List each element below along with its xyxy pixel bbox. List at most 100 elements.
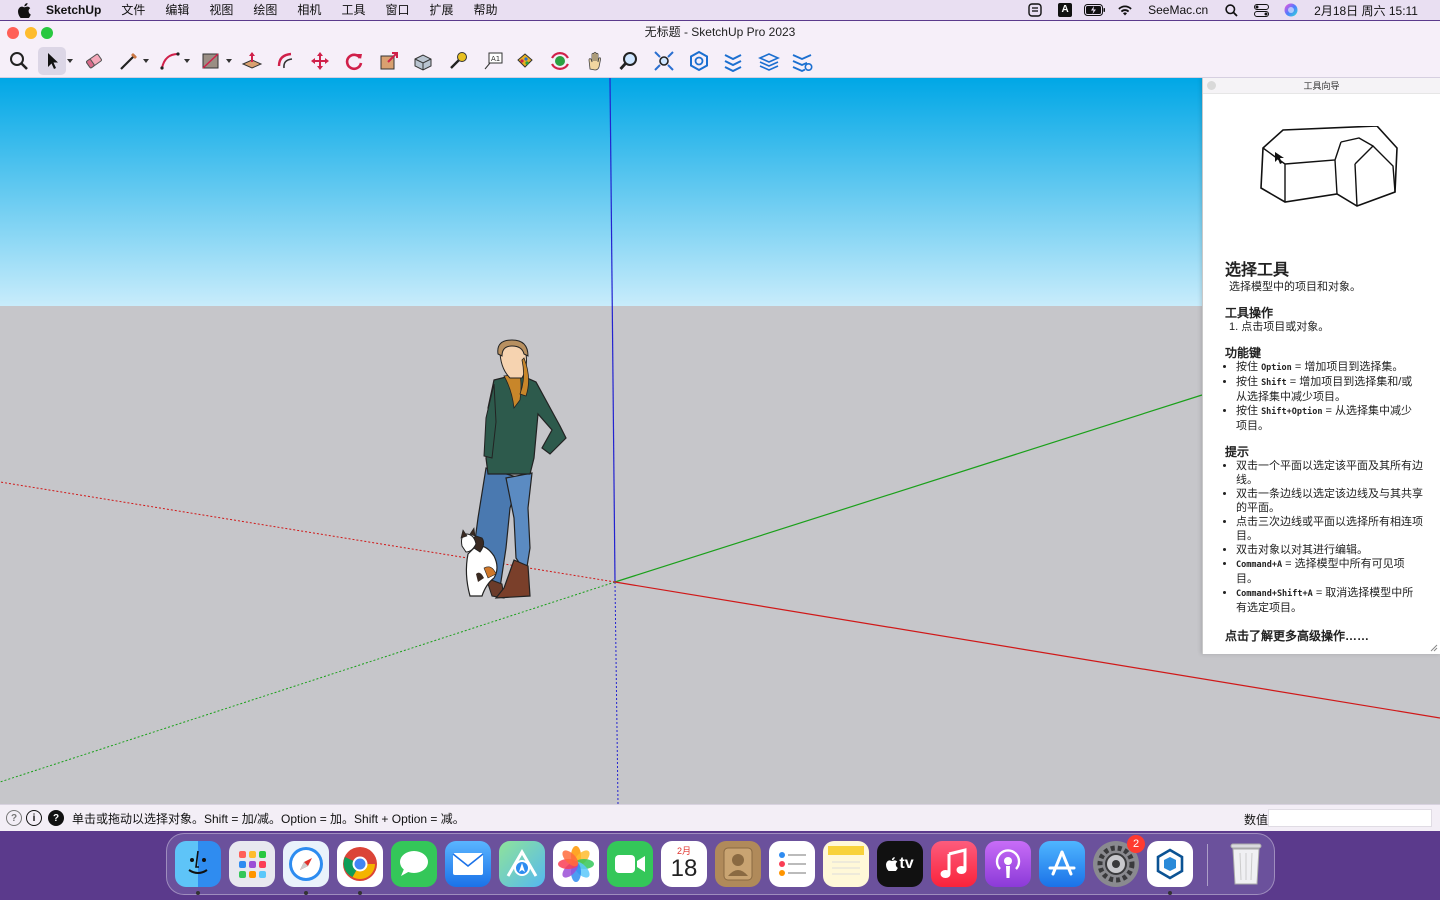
system-settings-icon[interactable]: 2 [1093,835,1145,887]
menu-camera[interactable]: 相机 [287,0,331,20]
podcasts-icon[interactable] [985,841,1031,887]
reminders-icon[interactable] [769,841,815,887]
spotlight-icon[interactable] [1220,0,1242,20]
running-indicator [304,891,308,895]
trash-icon[interactable] [1223,841,1269,887]
mail-icon[interactable] [445,841,491,887]
zoom-extents-tool-icon[interactable] [650,47,678,75]
zoom-window-button[interactable] [41,27,53,39]
sketchup-layers-icon[interactable] [788,47,816,75]
layout-icon[interactable] [755,47,783,75]
instructor-ops-heading: 工具操作 [1225,306,1274,320]
line-tool-icon[interactable] [115,47,143,75]
resize-grip-icon[interactable] [1430,644,1438,652]
sketchup-icon[interactable] [1147,841,1193,887]
select-tool-dropdown-icon[interactable] [67,59,73,63]
instructor-keys-heading: 功能键 [1225,346,1262,360]
select-tool-icon[interactable] [38,47,66,75]
rotate-tool-icon[interactable] [340,47,368,75]
follow-me-tool-icon[interactable] [409,47,437,75]
instructor-tip-item: Command+A = 选择模型中所有可见项目。 [1236,557,1423,586]
orbit-tool-icon[interactable] [546,47,574,75]
menu-help[interactable]: 帮助 [463,0,507,20]
pan-tool-icon[interactable] [581,47,609,75]
apple-menu-icon[interactable] [16,2,32,18]
instructor-op-item: 1. 点击项目或对象。 [1229,321,1330,333]
paint-bucket-tool-icon[interactable] [511,47,539,75]
menu-draw[interactable]: 绘图 [243,0,287,20]
move-tool-icon[interactable] [306,47,334,75]
line-tool-dropdown-icon[interactable] [143,59,149,63]
text-tool-icon[interactable]: A1 [479,47,507,75]
menubar-site-text[interactable]: SeeMac.cn [1148,3,1208,17]
instructor-more-link[interactable]: 点击了解更多高级操作…… [1225,629,1423,643]
zoom-tool-icon[interactable] [615,47,643,75]
eraser-tool-icon[interactable] [80,47,108,75]
input-source-badge: A [1058,3,1073,17]
instructor-key-item: 按住 Shift = 增加项目到选择集和/或从选择集中减少项目。 [1236,375,1423,404]
menu-window[interactable]: 窗口 [375,0,419,20]
credits-info-icon[interactable]: i [26,810,42,826]
facetime-icon[interactable] [607,841,653,887]
battery-icon[interactable] [1084,0,1106,20]
menubar-clock[interactable]: 2月18日 周六 15:11 [1314,2,1418,19]
menu-extensions[interactable]: 扩展 [419,0,463,20]
app-store-icon[interactable] [1039,841,1085,887]
instructor-key-item: 按住 Option = 增加项目到选择集。 [1236,360,1423,375]
control-center-icon[interactable] [1250,0,1272,20]
finder-icon[interactable] [175,841,221,887]
measurements-input[interactable] [1268,809,1432,827]
messages-icon[interactable] [391,841,437,887]
offset-tool-icon[interactable] [272,47,300,75]
safari-icon[interactable] [283,841,329,887]
extension-warehouse-icon[interactable] [719,47,747,75]
main-toolbar: A1 [0,43,1440,78]
scroll-icon[interactable] [1024,0,1046,20]
menu-file[interactable]: 文件 [111,0,155,20]
menu-app-name[interactable]: SketchUp [46,0,111,20]
calendar-icon[interactable]: 2月 18 [661,841,707,887]
instructor-tip-item: 点击三次边线或平面以选择所有相连项目。 [1236,515,1423,543]
modeling-viewport[interactable]: 工具向导 选择工具 选择模型中的项目和对象。 工具操作 1. 点击项目或对象。 … [0,78,1440,804]
instructor-toggle-icon[interactable]: ? [48,810,64,826]
siri-icon[interactable] [1280,0,1302,20]
wifi-icon[interactable] [1114,0,1136,20]
geo-location-icon[interactable]: ? [6,810,22,826]
status-message: 单击或拖动以选择对象。Shift = 加/减。Option = 加。Shift … [72,811,465,826]
close-window-button[interactable] [7,27,19,39]
dock: 2月 18 tv 2 [166,833,1275,895]
apple-tv-icon[interactable]: tv [877,841,923,887]
input-source-icon[interactable]: A [1054,0,1076,20]
rectangle-tool-dropdown-icon[interactable] [226,59,232,63]
tape-measure-tool-icon[interactable] [444,47,472,75]
menu-view[interactable]: 视图 [199,0,243,20]
music-icon[interactable] [931,841,977,887]
instructor-tip-item: Command+Shift+A = 取消选择模型中所有选定项目。 [1236,586,1423,615]
contacts-icon[interactable] [715,841,761,887]
notes-icon[interactable] [823,841,869,887]
minimize-window-button[interactable] [25,27,37,39]
instructor-content: 选择工具 选择模型中的项目和对象。 工具操作 1. 点击项目或对象。 功能键 按… [1225,262,1423,643]
scale-tool-icon[interactable] [375,47,403,75]
arc-tool-dropdown-icon[interactable] [184,59,190,63]
menu-tools[interactable]: 工具 [331,0,375,20]
menu-edit[interactable]: 编辑 [155,0,199,20]
rectangle-tool-icon[interactable] [197,47,225,75]
instructor-tips-heading: 提示 [1225,445,1250,459]
apple-tv-label: tv [899,855,914,872]
instructor-tip-item: 双击一个平面以选定该平面及其所有边线。 [1236,459,1423,487]
chrome-icon[interactable] [337,841,383,887]
dock-separator [1207,844,1208,886]
warehouse-icon[interactable] [685,47,713,75]
instructor-close-button[interactable] [1207,81,1216,90]
search-tool-icon[interactable] [5,47,33,75]
maps-icon[interactable] [499,841,545,887]
running-indicator [358,891,362,895]
arc-tool-icon[interactable] [156,47,184,75]
instructor-description: 选择模型中的项目和对象。 [1229,281,1361,293]
push-pull-tool-icon[interactable] [238,47,266,75]
photos-icon[interactable] [553,841,599,887]
instructor-panel: 工具向导 选择工具 选择模型中的项目和对象。 工具操作 1. 点击项目或对象。 … [1202,78,1440,654]
launchpad-icon[interactable] [229,841,275,887]
sketchup-window: 无标题 - SketchUp Pro 2023 A1 工具向导 选择工具 选择模… [0,21,1440,831]
